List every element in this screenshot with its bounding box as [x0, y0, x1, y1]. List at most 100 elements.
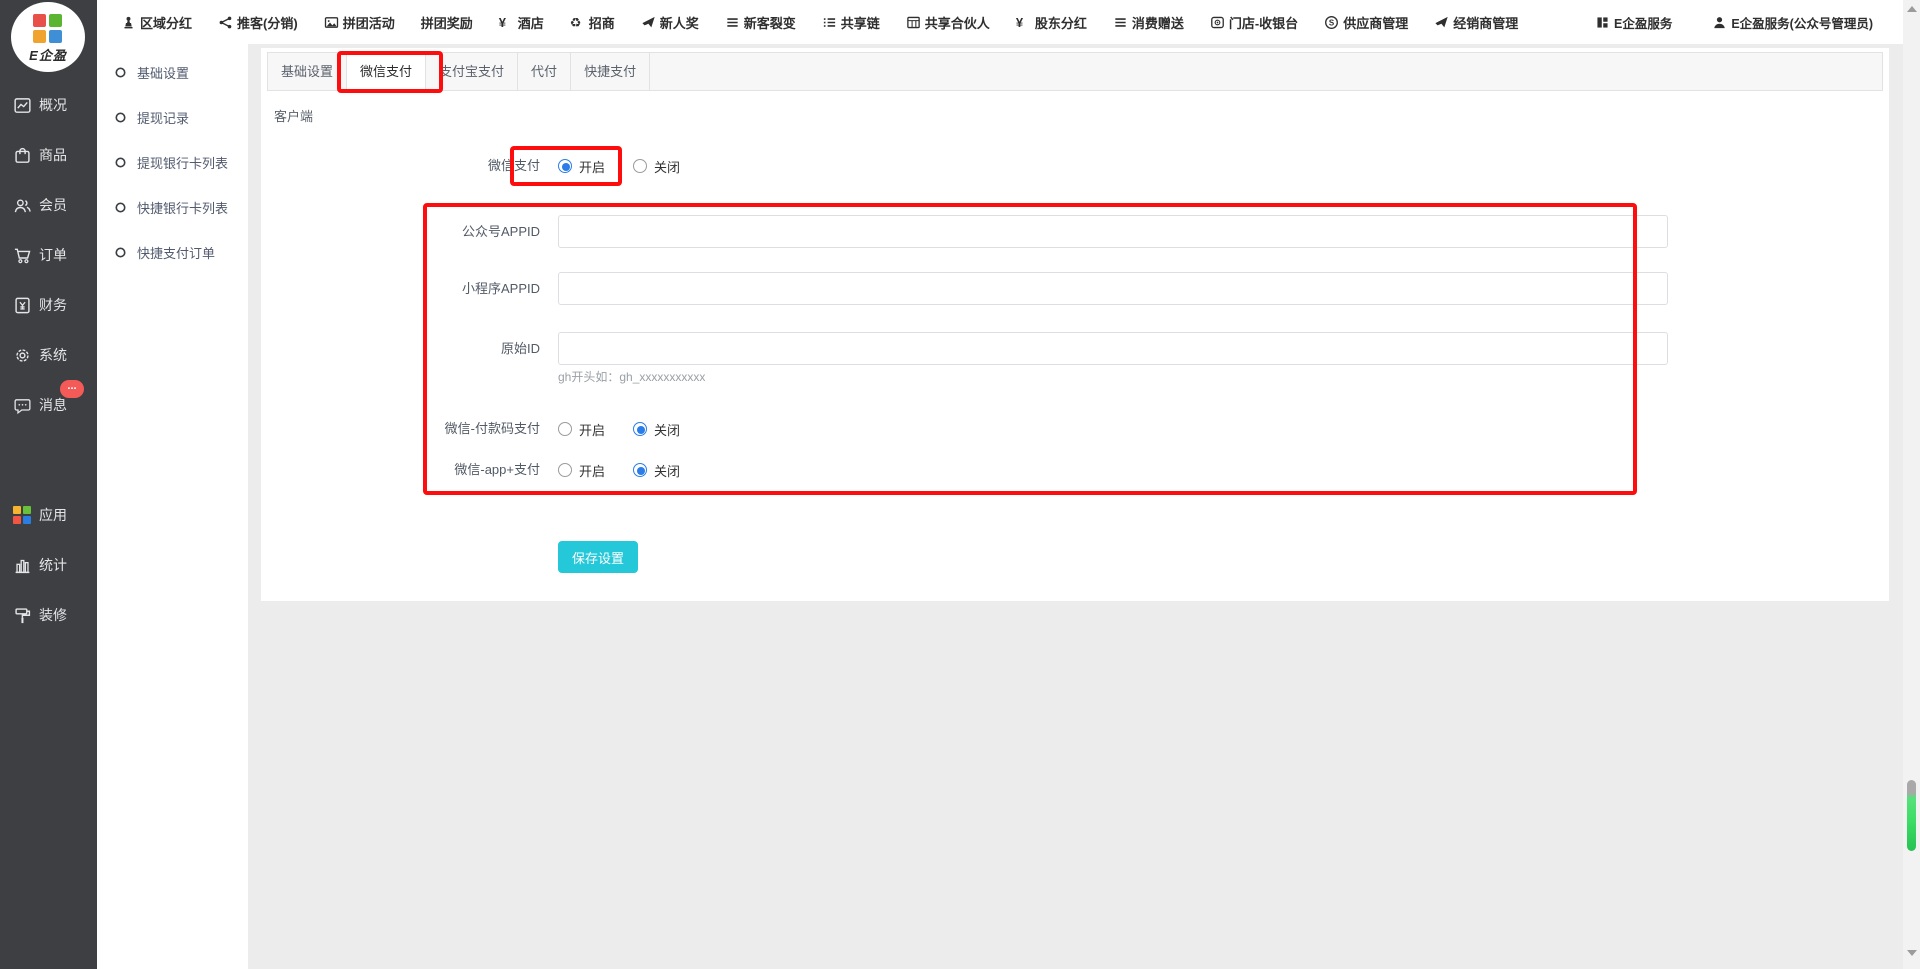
scroll-down-arrow-icon[interactable]: [1907, 950, 1917, 956]
radio-option-开启[interactable]: 开启: [558, 461, 605, 480]
tab-微信支付[interactable]: 微信支付: [347, 53, 426, 90]
sidebar-item-label: 消息: [39, 395, 67, 415]
stats-icon: [13, 556, 32, 575]
circle-icon: [114, 201, 127, 214]
tab-快捷支付[interactable]: 快捷支付: [571, 53, 650, 90]
storefront-icon: [1210, 15, 1225, 30]
mini-appid-input[interactable]: [558, 272, 1668, 305]
dashboard-icon: [1595, 15, 1610, 30]
settings-panel: 基础设置微信支付支付宝支付代付快捷支付 客户端 微信支付 开启关闭 公众号APP…: [261, 48, 1889, 601]
topnav-item[interactable]: 共享链: [822, 13, 880, 32]
topnav-item-label: 新人奖: [660, 13, 699, 32]
scroll-up-arrow-icon[interactable]: [1907, 6, 1917, 12]
sidebar-item-消息[interactable]: 消息...: [0, 380, 97, 430]
sidebar-item-统计[interactable]: 统计: [0, 540, 97, 590]
yen-icon: ¥: [1016, 15, 1031, 30]
radio-circle-icon: [633, 422, 647, 436]
topnav-item-label: 拼团活动: [343, 13, 395, 32]
radio-option-label: 开启: [579, 157, 605, 176]
account-label: E企盈服务(公众号管理员): [1731, 13, 1873, 32]
field-label-wechat-pay: 微信支付: [261, 156, 540, 176]
topnav-item-label: 推客(分销): [237, 13, 298, 32]
svg-text:S: S: [1329, 18, 1334, 27]
tab-代付[interactable]: 代付: [518, 53, 571, 90]
sidebar-item-装修[interactable]: 装修: [0, 590, 97, 640]
topnav-item-label: 区域分红: [140, 13, 192, 32]
topnav-item[interactable]: ¥酒店: [499, 13, 544, 32]
radio-option-label: 关闭: [654, 461, 680, 480]
topnav-item-label: 共享合伙人: [925, 13, 990, 32]
topnav-item[interactable]: 拼团活动: [324, 13, 395, 32]
topnav-item[interactable]: 区域分红: [121, 13, 192, 32]
submenu-item-快捷支付订单[interactable]: 快捷支付订单: [97, 230, 248, 275]
sidebar-item-概况[interactable]: 概况: [0, 80, 97, 130]
appid-input[interactable]: [558, 215, 1668, 248]
sidebar-item-label: 商品: [39, 145, 67, 165]
radio-option-关闭[interactable]: 关闭: [633, 420, 680, 439]
sidebar-item-订单[interactable]: 订单: [0, 230, 97, 280]
topnav-item[interactable]: ♻ 招商: [570, 13, 615, 32]
sidebar-item-应用[interactable]: 应用: [0, 490, 97, 540]
topnav-item[interactable]: S供应商管理: [1324, 13, 1408, 32]
sidebar-item-财务[interactable]: 财务: [0, 280, 97, 330]
sidebar-item-商品[interactable]: 商品: [0, 130, 97, 180]
sidebar-nav-gap: [0, 430, 97, 490]
sidebar-item-会员[interactable]: 会员: [0, 180, 97, 230]
submenu-item-快捷银行卡列表[interactable]: 快捷银行卡列表: [97, 185, 248, 230]
topnav-item[interactable]: 新人奖: [641, 13, 699, 32]
section-title: 客户端: [274, 106, 313, 125]
radio-option-关闭[interactable]: 关闭: [633, 461, 680, 480]
sidebar-item-label: 系统: [39, 345, 67, 365]
submenu-item-提现银行卡列表[interactable]: 提现银行卡列表: [97, 140, 248, 185]
submenu-item-提现记录[interactable]: 提现记录: [97, 95, 248, 140]
orders-cart-icon: [13, 246, 32, 265]
sidebar-item-label: 统计: [39, 555, 67, 575]
radio-option-开启[interactable]: 开启: [558, 420, 605, 439]
radio-option-关闭[interactable]: 关闭: [633, 157, 680, 176]
tab-基础设置[interactable]: 基础设置: [268, 53, 347, 90]
topnav-item-label: 招商: [589, 13, 615, 32]
submenu-item-label: 提现记录: [137, 108, 189, 127]
user-icon: [1712, 15, 1727, 30]
scrollbar-track[interactable]: [1903, 0, 1920, 969]
jet-icon: [641, 15, 656, 30]
topnav-item[interactable]: 拼团奖励: [421, 13, 473, 32]
save-settings-button[interactable]: 保存设置: [558, 541, 638, 573]
overview-chart-icon: [13, 96, 32, 115]
list-icon: [822, 15, 837, 30]
submenu-item-label: 提现银行卡列表: [137, 153, 228, 172]
topnav-item-label: 酒店: [518, 13, 544, 32]
recycle-icon: ♻: [570, 15, 585, 30]
tab-支付宝支付[interactable]: 支付宝支付: [426, 53, 518, 90]
field-label-app-pay: 微信-app+支付: [261, 460, 540, 480]
radio-circle-icon: [633, 463, 647, 477]
radio-circle-icon: [633, 159, 647, 173]
finance-icon: [13, 296, 32, 315]
original-id-hint: gh开头如：gh_xxxxxxxxxxx: [558, 368, 705, 385]
field-label-appid: 公众号APPID: [261, 215, 540, 248]
radio-circle-icon: [558, 159, 572, 173]
circle-icon: [114, 66, 127, 79]
submenu-item-基础设置[interactable]: 基础设置: [97, 50, 248, 95]
logo-text: E企盈: [29, 45, 67, 64]
logo[interactable]: E企盈: [11, 2, 85, 72]
original-id-input[interactable]: [558, 332, 1668, 365]
topnav-item[interactable]: ¥股东分红: [1016, 13, 1087, 32]
topnav-item[interactable]: 推客(分销): [218, 13, 298, 32]
topnav-item[interactable]: 经销商管理: [1434, 13, 1518, 32]
account-entry[interactable]: E企盈服务(公众号管理员): [1712, 13, 1873, 32]
radio-option-label: 关闭: [654, 157, 680, 176]
topnav-item[interactable]: 新客裂变: [725, 13, 796, 32]
sidebar-item-系统[interactable]: 系统: [0, 330, 97, 380]
radio-option-开启[interactable]: 开启: [558, 157, 605, 176]
topnav-item-label: 门店-收银台: [1229, 13, 1298, 32]
appid-row: 公众号APPID: [261, 215, 1889, 248]
topnav-item[interactable]: 消费赠送: [1113, 13, 1184, 32]
scrollbar-thumb[interactable]: [1907, 780, 1916, 851]
topnav-item[interactable]: 共享合伙人: [906, 13, 990, 32]
topnav-item[interactable]: 门店-收银台: [1210, 13, 1298, 32]
submenu-item-label: 快捷银行卡列表: [137, 198, 228, 217]
field-label-scan-pay: 微信-付款码支付: [261, 419, 540, 439]
service-entry[interactable]: E企盈服务: [1595, 13, 1672, 32]
service-label: E企盈服务: [1614, 13, 1672, 32]
